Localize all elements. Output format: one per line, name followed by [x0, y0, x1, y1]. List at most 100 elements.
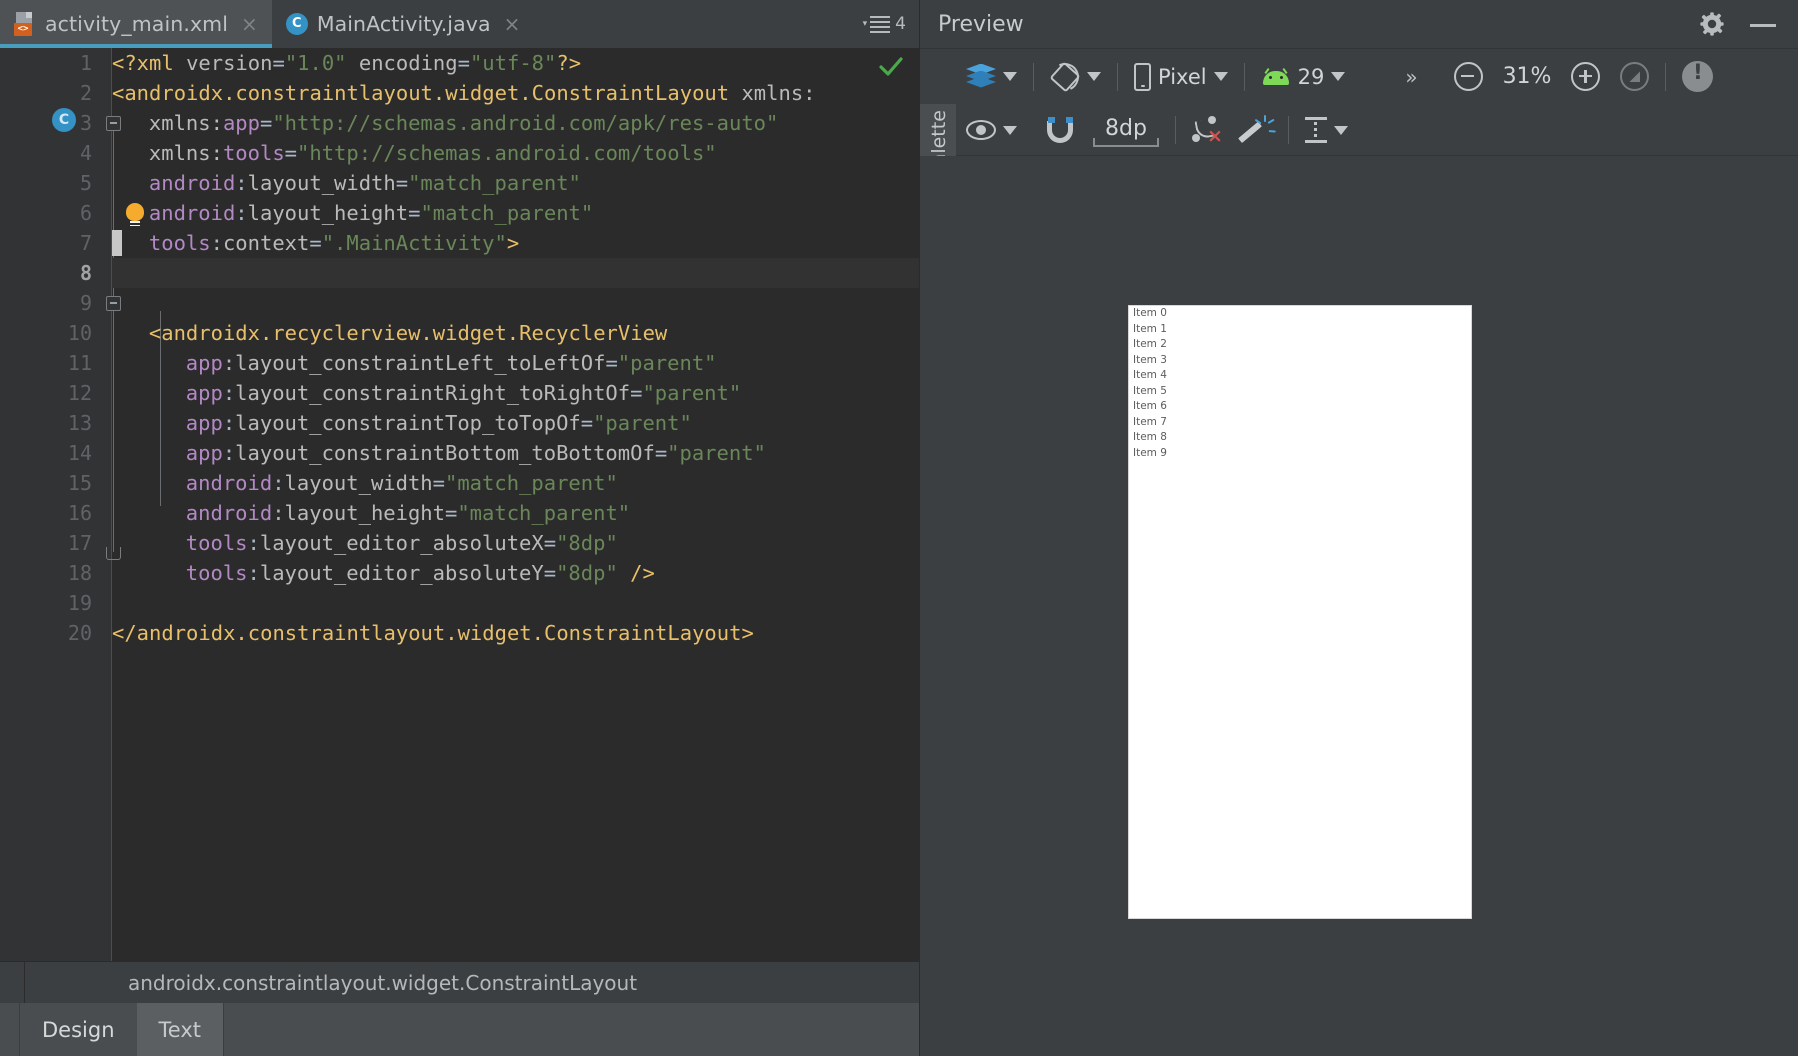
tab-activity-main-xml[interactable]: <> activity_main.xml ×	[0, 0, 272, 48]
chevron-down-icon	[1331, 72, 1345, 81]
divider	[1665, 63, 1666, 91]
line-number: 13	[0, 408, 92, 438]
design-canvas[interactable]: Item 0Item 1Item 2Item 3Item 4Item 5Item…	[920, 156, 1798, 1056]
code-editor[interactable]: C <?xml version="1.0" encoding="utf-8"?>…	[0, 48, 920, 961]
divider	[1244, 63, 1245, 91]
close-icon[interactable]: ×	[241, 14, 258, 34]
align-dropdown[interactable]	[1295, 110, 1358, 150]
tab-strip-start	[0, 1003, 20, 1056]
layers-dropdown[interactable]	[956, 57, 1027, 97]
chevron-down-icon	[1334, 126, 1348, 135]
preview-header-actions	[1700, 12, 1798, 36]
chevron-down-icon	[1003, 72, 1017, 81]
preview-pane: Preview	[920, 0, 1798, 1056]
line-number: 2	[0, 78, 92, 108]
minimize-icon[interactable]	[1750, 24, 1776, 27]
tab-mainactivity-java[interactable]: C MainActivity.java ×	[272, 0, 535, 48]
line-number: 19	[0, 588, 92, 618]
divider	[1117, 63, 1118, 91]
issues-button[interactable]	[1672, 57, 1723, 97]
magnet-icon	[1047, 117, 1073, 143]
divider	[1288, 116, 1289, 144]
list-item: Item 3	[1129, 353, 1471, 369]
infer-constraints-button[interactable]	[1232, 110, 1282, 150]
line-number: 11	[0, 348, 92, 378]
default-margin-control[interactable]: 8dp	[1083, 110, 1169, 150]
list-item: Item 8	[1129, 430, 1471, 446]
line-number: 15	[0, 468, 92, 498]
tab-label: activity_main.xml	[45, 12, 228, 36]
page-title: Preview	[938, 12, 1024, 37]
phone-icon	[1134, 63, 1151, 91]
editor-mode-tabs: Design Text	[0, 1003, 920, 1056]
line-number: 14	[0, 438, 92, 468]
list-dropdown-icon	[870, 13, 890, 36]
eye-icon	[966, 120, 996, 140]
plus-circle-icon	[1571, 62, 1600, 91]
zoom-in-button[interactable]	[1561, 57, 1610, 97]
component-breadcrumb-bar: androidx.constraintlayout.widget.Constra…	[0, 961, 920, 1003]
list-item: Item 4	[1129, 368, 1471, 384]
editor-pane: <> activity_main.xml × C MainActivity.ja…	[0, 0, 920, 1056]
tab-overflow-control[interactable]: ▾ 4	[863, 0, 920, 48]
divider	[1033, 63, 1034, 91]
close-icon[interactable]: ×	[504, 14, 521, 34]
list-item: Item 1	[1129, 322, 1471, 338]
line-number: 12	[0, 378, 92, 408]
line-number: 17	[0, 528, 92, 558]
minus-circle-icon	[1454, 62, 1483, 91]
autoconnect-toggle[interactable]	[1037, 110, 1083, 150]
breadcrumb: androidx.constraintlayout.widget.Constra…	[128, 971, 637, 995]
preview-toolbar-row-1: Pixel 29 » 31%	[920, 48, 1798, 104]
zoom-out-button[interactable]	[1444, 57, 1493, 97]
list-item: Item 9	[1129, 446, 1471, 462]
vertical-align-icon	[1305, 117, 1327, 143]
list-item: Item 0	[1129, 306, 1471, 322]
line-number: 20	[0, 618, 92, 648]
line-number: 1	[0, 48, 92, 78]
zoom-level: 31%	[1503, 64, 1552, 89]
warning-icon	[1682, 61, 1713, 92]
line-number: 9	[0, 288, 92, 318]
line-number: 7	[0, 228, 92, 258]
line-number: 18	[0, 558, 92, 588]
gear-icon[interactable]	[1700, 12, 1724, 36]
line-number: 4	[0, 138, 92, 168]
line-number: 16	[0, 498, 92, 528]
device-dropdown[interactable]: Pixel	[1124, 57, 1238, 97]
chevron-down-icon	[1003, 126, 1017, 135]
tab-strip-end	[223, 1003, 920, 1056]
chevron-down-icon: ▾	[863, 19, 868, 29]
clear-constraints-button[interactable]: ×	[1182, 110, 1232, 150]
xml-file-icon: <>	[14, 12, 36, 36]
zoom-to-fit-button[interactable]	[1610, 57, 1659, 97]
magic-wand-icon	[1242, 116, 1272, 144]
line-number: 5	[0, 168, 92, 198]
preview-header: Preview	[920, 0, 1798, 48]
orientation-dropdown[interactable]	[1040, 57, 1111, 97]
tab-design[interactable]: Design	[20, 1003, 137, 1056]
api-label: 29	[1298, 65, 1325, 89]
list-item: Item 2	[1129, 337, 1471, 353]
layers-icon	[966, 64, 996, 90]
list-item: Item 7	[1129, 415, 1471, 431]
toolbar-overflow-button[interactable]: »	[1395, 57, 1427, 97]
tab-count: 4	[895, 14, 906, 34]
margin-value: 8dp	[1105, 116, 1147, 141]
divider	[1175, 116, 1176, 144]
rotate-orientation-icon	[1050, 62, 1080, 92]
clear-constraints-icon: ×	[1192, 116, 1222, 144]
line-number: 10	[0, 318, 92, 348]
chevron-down-icon	[1087, 72, 1101, 81]
line-number: 6	[0, 198, 92, 228]
tab-text[interactable]: Text	[137, 1003, 223, 1056]
java-class-icon: C	[286, 13, 308, 35]
green-check-icon[interactable]	[878, 54, 904, 80]
tab-label: MainActivity.java	[317, 12, 491, 36]
api-level-dropdown[interactable]: 29	[1251, 57, 1356, 97]
line-number: 8	[0, 258, 92, 288]
device-screen-preview[interactable]: Item 0Item 1Item 2Item 3Item 4Item 5Item…	[1128, 305, 1472, 919]
list-item: Item 6	[1129, 399, 1471, 415]
visibility-dropdown[interactable]	[956, 110, 1027, 150]
chevron-down-icon	[1214, 72, 1228, 81]
